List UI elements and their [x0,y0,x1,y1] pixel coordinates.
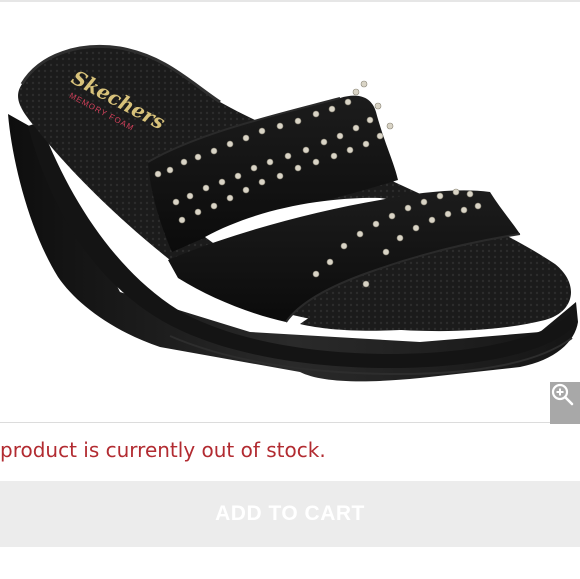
zoom-button[interactable] [550,382,580,424]
out-of-stock-message: product is currently out of stock. [0,438,326,462]
add-to-cart-button[interactable]: ADD TO CART [0,481,580,547]
zoom-in-icon [551,383,574,406]
product-image-area: Skechers MEMORY FOAM [0,2,580,424]
product-image: Skechers MEMORY FOAM [8,45,578,382]
add-to-cart-label: ADD TO CART [215,502,365,525]
product-page: Skechers MEMORY FOAM product is currentl… [0,0,580,579]
